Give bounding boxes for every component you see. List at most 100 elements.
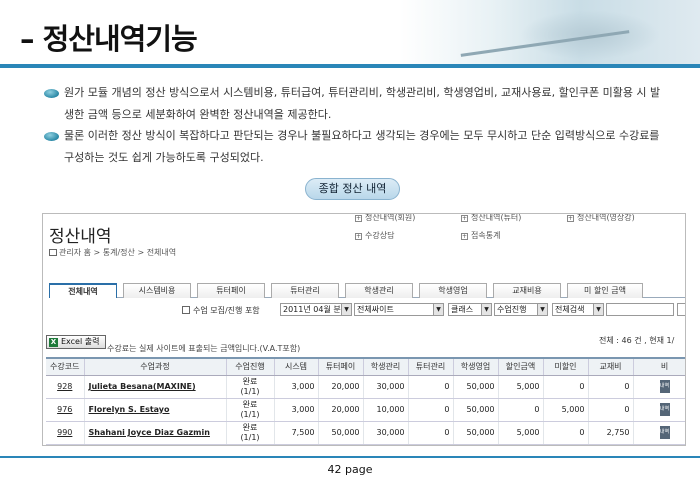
system-cell: 3,000 [274,398,319,422]
col-header[interactable]: 교재비 [588,357,634,376]
no-discount-cell: 0 [543,421,589,445]
include-recruiting-checkbox[interactable] [182,306,190,314]
status-cell: 완료 (1/1) [226,375,275,399]
status-cell: 완료 (1/1) [226,421,275,445]
excel-export-button[interactable]: X Excel 출력 [46,335,106,349]
col-header[interactable]: 학생관리 [363,357,409,376]
col-header[interactable]: 수강코드 [46,357,85,376]
col-header[interactable]: 비 [633,357,685,376]
tab-all[interactable]: 전체내역 [49,283,117,298]
course-name-link[interactable]: Shahani Joyce Diaz Gazmin [84,421,227,445]
quick-link-video[interactable]: + 정산내역(영상강) [567,214,635,223]
header-photo [400,0,700,68]
tab-undiscounted[interactable]: 미 할인 금액 [567,283,643,298]
bullet-icon [44,132,59,141]
discount-cell: 5,000 [498,421,544,445]
tutor-pay-cell: 20,000 [318,398,364,422]
course-code-link[interactable]: 928 [46,375,85,399]
settlement-screenshot: 정산내역 관리자 홈 > 통계/정산 > 전체내역 + 정산내역(회원) + 정산내… [42,213,686,446]
search-input[interactable] [606,303,674,316]
col-header[interactable]: 튜터관리 [408,357,454,376]
discount-cell: 0 [498,398,544,422]
result-count: 전체 : 46 건 , 현재 1/ [599,336,675,345]
month-select[interactable]: 2011년 04월 분 ▼ [280,303,352,316]
vat-note: 수강료는 실제 사이트에 표출되는 금액입니다.(V.A.T포함) [107,344,301,353]
tutor-mgmt-cell: 0 [408,421,454,445]
breadcrumb: 관리자 홈 > 통계/정산 > 전체내역 [49,247,176,258]
student-sales-cell: 50,000 [453,421,499,445]
tab-tutor-mgmt[interactable]: 튜터관리 [271,283,339,298]
col-header[interactable]: 튜터페이 [318,357,364,376]
col-header[interactable]: 수업진행 [226,357,275,376]
chevron-down-icon: ▼ [481,304,491,315]
filter-bar: 수업 모집/진행 포함 2011년 04월 분 ▼ 전체싸이트 ▼ 클래스 ▼ 수업진… [43,302,685,320]
tab-student-sales[interactable]: 학생영업 [419,283,487,298]
plus-icon: + [355,233,362,240]
student-sales-cell: 50,000 [453,398,499,422]
row-action-cell: 내역 [633,421,685,445]
quick-link-consult[interactable]: + 수강상담 [355,230,394,241]
quick-link-member[interactable]: + 정산내역(회원) [355,214,415,223]
tab-textbook-cost[interactable]: 교재비용 [493,283,561,298]
tab-tutor-pay[interactable]: 튜터페이 [197,283,265,298]
plus-icon: + [461,215,468,222]
col-header[interactable]: 할인금액 [498,357,544,376]
chevron-down-icon: ▼ [593,304,603,315]
chevron-down-icon: ▼ [433,304,443,315]
settlement-table: 수강코드 수업과정 수업진행 시스템 튜터페이 학생관리 튜터관리 학생영업 할… [46,357,685,445]
quick-link-access-stats[interactable]: + 접속통계 [461,230,500,241]
textbook-cell: 0 [588,398,634,422]
bullet-text-2: 물론 이러한 정산 방식이 복잡하다고 판단되는 경우나 불필요하다고 생각되는… [64,129,660,164]
system-cell: 7,500 [274,421,319,445]
quick-link-tutor[interactable]: + 정산내역(튜터) [461,214,521,223]
progress-select[interactable]: 수업진행 ▼ [494,303,548,316]
col-header[interactable]: 수업과정 [84,357,227,376]
plus-icon: + [355,215,362,222]
chevron-down-icon: ▼ [537,304,547,315]
tab-bar: 전체내역 시스템비용 튜터페이 튜터관리 학생관리 학생영업 교재비용 미 할인… [49,283,685,298]
course-name-link[interactable]: Julieta Besana(MAXINE) [84,375,227,399]
breadcrumb-text[interactable]: 관리자 홈 > 통계/정산 > 전체내역 [59,248,176,257]
course-name-link[interactable]: Florelyn S. Estayo [84,398,227,422]
table-row: 990 Shahani Joyce Diaz Gazmin 완료 (1/1) 7,… [46,421,685,445]
course-code-link[interactable]: 990 [46,421,85,445]
search-type-select[interactable]: 전체검색 ▼ [552,303,604,316]
table-row: 976 Florelyn S. Estayo 완료 (1/1) 3,000 20,… [46,398,685,422]
search-button[interactable] [677,303,685,316]
course-code-link[interactable]: 976 [46,398,85,422]
detail-button[interactable]: 내역 [659,426,670,439]
table-header-row: 수강코드 수업과정 수업진행 시스템 튜터페이 학생관리 튜터관리 학생영업 할… [46,357,685,376]
status-cell: 완료 (1/1) [226,398,275,422]
plus-icon: + [461,233,468,240]
tutor-pay-cell: 50,000 [318,421,364,445]
textbook-cell: 0 [588,375,634,399]
student-mgmt-cell: 10,000 [363,398,409,422]
student-mgmt-cell: 30,000 [363,421,409,445]
tab-system-cost[interactable]: 시스템비용 [123,283,191,298]
chevron-down-icon: ▼ [341,304,351,315]
page-number: 42 page [327,463,373,476]
no-discount-cell: 0 [543,375,589,399]
bullet-text-1: 원가 모듈 개념의 정산 방식으로서 시스템비용, 튜터급여, 튜터관리비, 학… [64,86,661,121]
no-discount-cell: 5,000 [543,398,589,422]
slide-title: – 정산내역기능 [20,22,198,56]
bullet-icon [44,89,59,98]
col-header[interactable]: 시스템 [274,357,319,376]
excel-icon: X [49,338,58,347]
col-header[interactable]: 학생영업 [453,357,499,376]
detail-button[interactable]: 내역 [659,380,670,393]
tab-student-mgmt[interactable]: 학생관리 [345,283,413,298]
tutor-pay-cell: 20,000 [318,375,364,399]
folder-icon [49,249,57,256]
system-cell: 3,000 [274,375,319,399]
plus-icon: + [567,215,574,222]
detail-button[interactable]: 내역 [659,403,670,416]
col-header[interactable]: 미할인 [543,357,589,376]
screen-title: 정산내역 [49,227,112,247]
class-select[interactable]: 클래스 ▼ [448,303,492,316]
site-select[interactable]: 전체싸이트 ▼ [354,303,444,316]
table-row: 928 Julieta Besana(MAXINE) 완료 (1/1) 3,000… [46,375,685,399]
row-action-cell: 내역 [633,375,685,399]
summary-settlement-button[interactable]: 종합 정산 내역 [305,178,400,200]
tutor-mgmt-cell: 0 [408,398,454,422]
